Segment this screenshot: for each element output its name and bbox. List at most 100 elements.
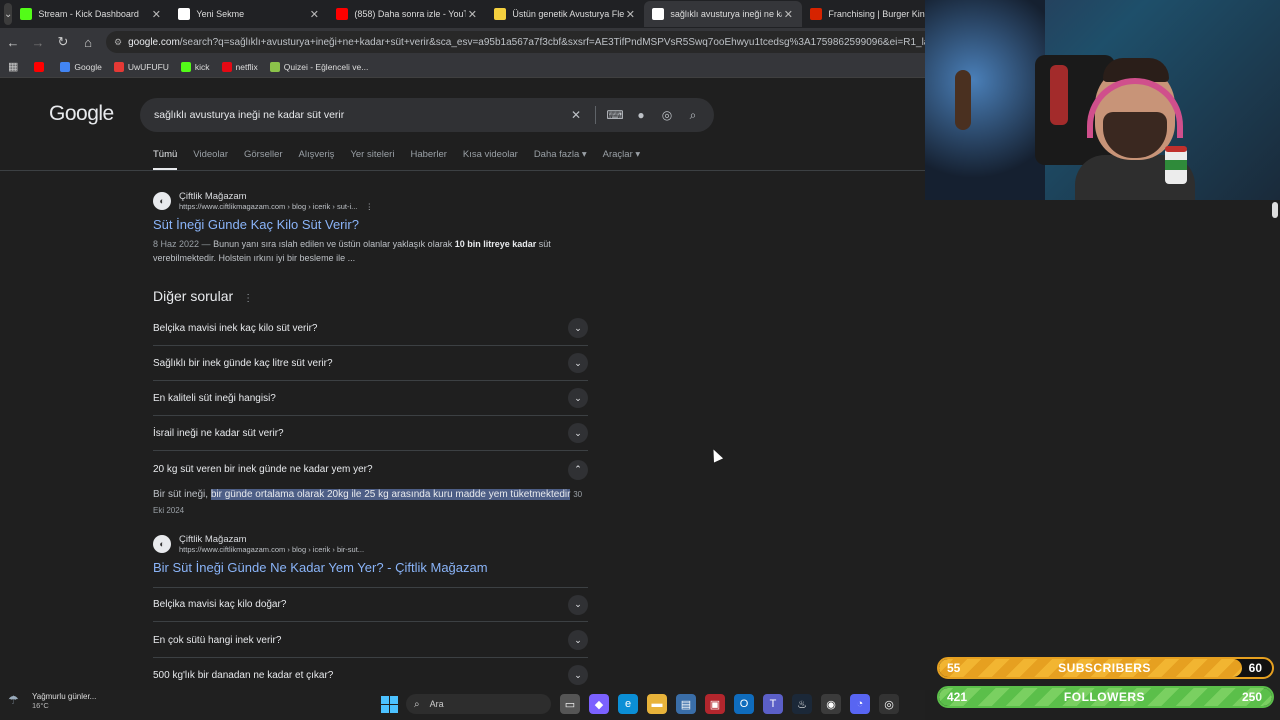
google-logo[interactable]: Google bbox=[49, 102, 114, 126]
browser-tab[interactable]: Franchising | Burger King bbox=[802, 1, 925, 27]
question-text: Belçika mavisi kaç kilo doğar? bbox=[153, 599, 287, 610]
bookmark-item[interactable]: netflix bbox=[221, 61, 258, 72]
back-button[interactable]: ← bbox=[1, 30, 25, 54]
bookmark-item[interactable] bbox=[34, 61, 48, 72]
chevron-down-icon[interactable]: ⌄ bbox=[568, 665, 588, 685]
result-site-name[interactable]: Çiftlik Mağazam bbox=[179, 191, 373, 202]
question-text: Belçika mavisi inek kaç kilo süt verir? bbox=[153, 322, 318, 334]
violin-shape bbox=[955, 70, 971, 130]
result-snippet: 8 Haz 2022 — Bunun yanı sıra ıslah edile… bbox=[153, 237, 583, 265]
chevron-down-icon[interactable]: ⌄ bbox=[568, 630, 588, 650]
forward-button[interactable]: → bbox=[26, 30, 50, 54]
browser-tab[interactable]: Stream - Kick Dashboard ✕ bbox=[12, 1, 170, 27]
edge-icon[interactable]: e bbox=[618, 694, 638, 714]
result-url[interactable]: https://www.ciftlikmagazam.com › blog › … bbox=[179, 202, 357, 211]
more-options-icon[interactable]: ⋮ bbox=[243, 293, 253, 304]
search-filter-tab[interactable]: Araçlar ▾ bbox=[603, 149, 641, 170]
bookmark-item[interactable]: Google bbox=[60, 61, 102, 72]
chevron-up-icon[interactable]: ⌃ bbox=[568, 459, 588, 480]
paa-question[interactable]: En kaliteli süt ineği hangisi? ⌄ bbox=[153, 381, 588, 416]
chevron-down-icon[interactable]: ⌄ bbox=[568, 594, 588, 615]
tab-close-icon[interactable]: ✕ bbox=[624, 8, 636, 21]
paa-question[interactable]: Sağlıklı bir inek günde kaç litre süt ve… bbox=[153, 346, 588, 381]
microphone-icon[interactable]: ● bbox=[628, 108, 654, 122]
snippet-date: 8 Haz 2022 — bbox=[153, 239, 211, 249]
address-bar[interactable]: ⚙ google.com/search?q=sağlıklı+avusturya… bbox=[106, 31, 925, 53]
chevron-down-icon[interactable]: ⌄ bbox=[568, 318, 588, 338]
question-text: En kaliteli süt ineği hangisi? bbox=[153, 392, 276, 404]
tab-search-button[interactable]: ⌄ bbox=[4, 3, 13, 25]
taskbar-apps: ▭ ◆ e ▬ ▤ ▣ O T ♨ ◉ ◔ ◎ bbox=[560, 694, 908, 714]
chevron-down-icon[interactable]: ⌄ bbox=[568, 423, 588, 443]
obs-icon[interactable]: ◎ bbox=[879, 694, 899, 714]
paa-question[interactable]: Belçika mavisi inek kaç kilo süt verir? ⌄ bbox=[153, 311, 588, 346]
clear-icon[interactable]: ✕ bbox=[563, 108, 589, 122]
browser-tab[interactable]: Üstün genetik Avusturya Flekvieh✕ bbox=[486, 1, 644, 27]
keyboard-icon[interactable]: ⌨ bbox=[602, 108, 628, 122]
paa-question[interactable]: İsrail ineği ne kadar süt verir? ⌄ bbox=[153, 416, 588, 451]
subscribers-goal-bar: 55 SUBSCRIBERS 60 bbox=[937, 657, 1274, 679]
weather-widget[interactable]: ☂ Yağmurlu günler... 16°C bbox=[8, 692, 96, 710]
bookmark-item[interactable]: UwUFUFU bbox=[113, 61, 169, 72]
tab-close-icon[interactable]: ✕ bbox=[466, 8, 478, 21]
browser-window: ⌄ Stream - Kick Dashboard ✕ Yeni Sekme ✕ (85… bbox=[0, 0, 925, 690]
app-icon[interactable]: ▣ bbox=[705, 694, 725, 714]
tab-title: (858) Daha sonra izle - YouTube bbox=[354, 9, 467, 19]
home-button[interactable]: ⌂ bbox=[76, 30, 100, 54]
chevron-down-icon[interactable]: ⌄ bbox=[568, 388, 588, 408]
discord-icon[interactable]: ◔ bbox=[850, 694, 870, 714]
search-filter-tab[interactable]: Daha fazla ▾ bbox=[534, 149, 587, 170]
paa-question[interactable]: 500 kg'lık bir danadan ne kadar et çıkar… bbox=[153, 658, 588, 690]
site-info-icon[interactable]: ⚙ bbox=[114, 37, 122, 48]
subscribers-count: 55 bbox=[947, 661, 961, 675]
source-site-name[interactable]: Çiftlik Mağazam bbox=[179, 534, 364, 545]
source-title-link[interactable]: Bir Süt İneği Günde Ne Kadar Yem Yer? - … bbox=[153, 560, 488, 575]
lens-icon[interactable]: ◎ bbox=[654, 108, 680, 122]
apps-icon[interactable]: ▦ bbox=[8, 60, 18, 73]
paa-question[interactable]: En çok sütü hangi inek verir? ⌄ bbox=[153, 623, 588, 658]
chair-accent bbox=[1050, 65, 1068, 125]
search-filter-tab[interactable]: Tümü bbox=[153, 149, 178, 170]
store-icon[interactable]: ▤ bbox=[676, 694, 696, 714]
task-view-icon[interactable]: ▭ bbox=[560, 694, 580, 714]
paa-question-expanded[interactable]: 20 kg süt veren bir inek günde ne kadar … bbox=[153, 452, 588, 487]
copilot-icon[interactable]: ◆ bbox=[589, 694, 609, 714]
search-filter-tab[interactable]: Görseller bbox=[244, 149, 283, 170]
bookmark-favicon-icon bbox=[113, 61, 124, 72]
bookmark-favicon-icon bbox=[269, 61, 280, 72]
outlook-icon[interactable]: O bbox=[734, 694, 754, 714]
followers-count: 421 bbox=[947, 690, 968, 704]
tab-title: Franchising | Burger King bbox=[828, 9, 925, 19]
tab-close-icon[interactable]: ✕ bbox=[782, 8, 794, 21]
taskbar-search[interactable]: ⌕ Ara bbox=[406, 694, 551, 714]
search-filter-tab[interactable]: Kısa videolar bbox=[463, 149, 518, 170]
reload-button[interactable]: ↻ bbox=[51, 30, 75, 54]
search-filter-tab[interactable]: Yer siteleri bbox=[350, 149, 394, 170]
search-box[interactable]: sağlıklı avusturya ineği ne kadar süt ve… bbox=[140, 98, 714, 132]
browser-tab[interactable]: (858) Daha sonra izle - YouTube✕ bbox=[328, 1, 486, 27]
more-options-icon[interactable]: ⋮ bbox=[365, 202, 373, 211]
search-input[interactable]: sağlıklı avusturya ineği ne kadar süt ve… bbox=[154, 109, 563, 121]
browser-tab[interactable]: Yeni Sekme ✕ bbox=[170, 1, 328, 27]
search-filter-tab[interactable]: Alışveriş bbox=[299, 149, 335, 170]
file-explorer-icon[interactable]: ▬ bbox=[647, 694, 667, 714]
weather-text: Yağmurlu günler... bbox=[32, 692, 97, 701]
chevron-down-icon[interactable]: ⌄ bbox=[568, 353, 588, 373]
source-url[interactable]: https://www.ciftlikmagazam.com › blog › … bbox=[179, 545, 364, 554]
tab-close-icon[interactable]: ✕ bbox=[308, 8, 320, 21]
tab-close-icon[interactable]: ✕ bbox=[150, 8, 162, 21]
browser-tab[interactable]: sağlıklı avusturya ineği ne kadar✕ bbox=[644, 1, 803, 27]
scrollbar-thumb[interactable] bbox=[1272, 202, 1278, 218]
result-title-link[interactable]: Süt İneği Günde Kaç Kilo Süt Verir? bbox=[153, 217, 583, 232]
chrome-icon[interactable]: ◉ bbox=[821, 694, 841, 714]
paa-question[interactable]: Belçika mavisi kaç kilo doğar? ⌄ bbox=[153, 587, 588, 622]
bookmark-item[interactable]: Quizei - Eğlenceli ve... bbox=[269, 61, 368, 72]
windows-start-icon[interactable] bbox=[381, 696, 398, 713]
search-filter-tab[interactable]: Haberler bbox=[410, 149, 446, 170]
steam-icon[interactable]: ♨ bbox=[792, 694, 812, 714]
bookmark-item[interactable]: kick bbox=[180, 61, 210, 72]
search-icon[interactable]: ⌕ bbox=[680, 108, 706, 123]
teams-icon[interactable]: T bbox=[763, 694, 783, 714]
address-path: /search?q=sağlıklı+avusturya+ineği+ne+ka… bbox=[179, 36, 925, 48]
search-filter-tab[interactable]: Videolar bbox=[193, 149, 228, 170]
